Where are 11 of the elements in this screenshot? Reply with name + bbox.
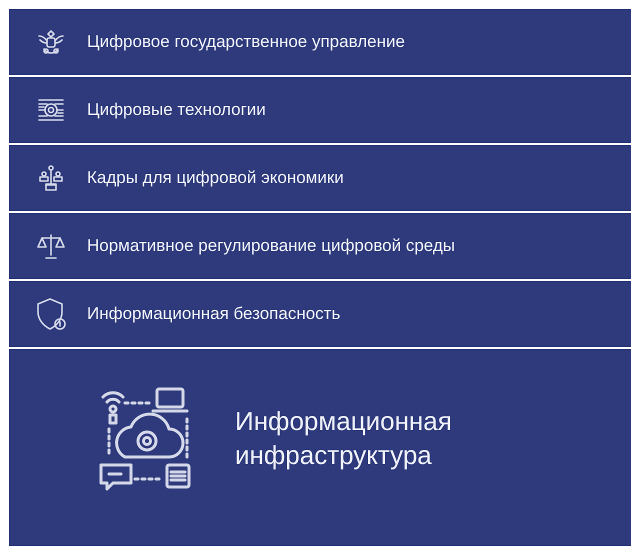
menu-item[interactable]: Нормативное регулирование цифровой среды	[9, 213, 631, 279]
shield-icon	[35, 297, 67, 331]
featured-panel[interactable]: Информационная инфраструктура	[9, 349, 631, 546]
menu-item[interactable]: Кадры для цифровой экономики	[9, 145, 631, 211]
featured-title: инфраструктура	[235, 438, 433, 472]
menu-item[interactable]: Цифровые технологии	[9, 77, 631, 143]
menu-item[interactable]: Цифровое государственное управление	[9, 9, 631, 75]
menu-item[interactable]: Информационная безопасность	[9, 281, 631, 347]
featured-title: Информационная	[235, 404, 452, 438]
eagle-emblem-icon	[36, 27, 66, 57]
people-network-icon	[36, 163, 66, 193]
